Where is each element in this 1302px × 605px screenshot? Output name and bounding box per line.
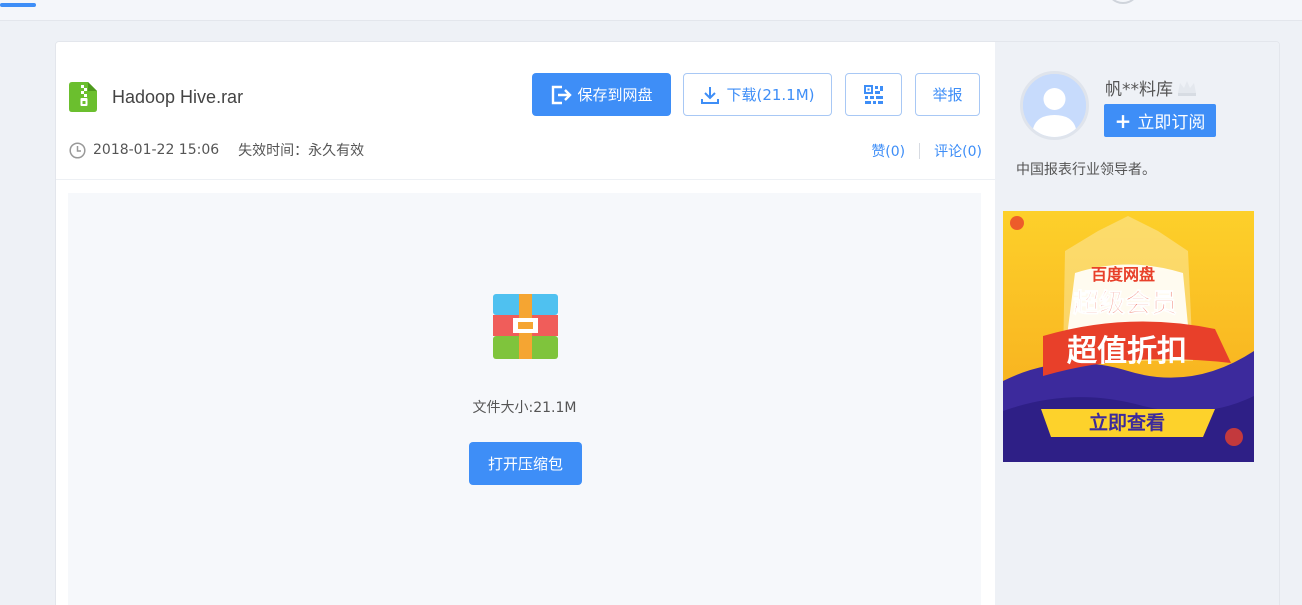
- ad-sparkle-icon: [1225, 428, 1243, 446]
- expire-time: 失效时间：永久有效: [238, 143, 365, 159]
- upload-date: 2018-01-22 15:06: [93, 142, 220, 158]
- user-avatar[interactable]: [1020, 71, 1089, 140]
- social-actions: 赞(0) 评论(0): [871, 141, 982, 161]
- comment-link[interactable]: 评论(0): [934, 141, 982, 161]
- file-meta: 2018-01-22 15:06 失效时间：永久有效: [69, 140, 364, 160]
- active-tab-indicator: [0, 3, 36, 7]
- top-nav-bar: [0, 0, 1302, 21]
- save-label: 保存到网盘: [577, 86, 653, 104]
- save-to-netdisk-button[interactable]: 保存到网盘: [532, 73, 671, 116]
- rar-archive-icon: [493, 294, 558, 359]
- report-button[interactable]: 举报: [915, 73, 980, 116]
- file-preview-area: 文件大小:21.1M 打开压缩包: [68, 193, 981, 605]
- username-row: 帆**料库: [1105, 75, 1198, 100]
- subscribe-button[interactable]: + 立即订阅: [1104, 104, 1216, 137]
- save-icon: [552, 85, 573, 104]
- header-avatar-icon[interactable]: [1106, 0, 1140, 4]
- default-avatar-icon: [1023, 74, 1086, 137]
- download-button[interactable]: 下载(21.1M): [683, 73, 832, 116]
- username[interactable]: 帆**料库: [1105, 75, 1173, 100]
- vip-advertisement-banner[interactable]: 百度网盘 超级会员 超值折扣 立即查看: [1003, 211, 1254, 462]
- user-description: 中国报表行业领导者。: [1016, 162, 1156, 178]
- like-link[interactable]: 赞(0): [871, 141, 905, 161]
- ad-line3: 超值折扣: [1067, 334, 1187, 369]
- plus-icon: +: [1114, 108, 1132, 133]
- ad-line1: 百度网盘: [1091, 265, 1155, 284]
- download-label: 下载(21.1M): [726, 86, 815, 104]
- file-size-text: 文件大小:21.1M: [472, 400, 577, 416]
- download-icon: [701, 86, 720, 104]
- file-name: Hadoop Hive.rar: [112, 87, 244, 107]
- main-panel: Hadoop Hive.rar 保存到网盘 下载(21.1M) 举报 2018-…: [56, 42, 995, 605]
- ad-button-text: 立即查看: [1089, 411, 1165, 434]
- qr-code-icon: [863, 84, 883, 104]
- qr-code-button[interactable]: [845, 73, 902, 116]
- ad-sparkle-icon: [1010, 216, 1024, 230]
- header-divider: [56, 179, 995, 180]
- share-page-card: Hadoop Hive.rar 保存到网盘 下载(21.1M) 举报 2018-…: [55, 41, 1280, 605]
- subscribe-label: 立即订阅: [1137, 113, 1206, 133]
- action-separator: [919, 143, 921, 159]
- vip-badge-icon: [1178, 81, 1196, 96]
- zip-file-icon: [69, 82, 97, 112]
- ad-line2: 超级会员: [1073, 288, 1177, 319]
- open-archive-button[interactable]: 打开压缩包: [469, 442, 582, 485]
- user-sidebar: 帆**料库 + 立即订阅 中国报表行业领导者。 百度网盘 超级会员 超值折扣 立…: [995, 42, 1279, 605]
- clock-icon: [69, 141, 86, 159]
